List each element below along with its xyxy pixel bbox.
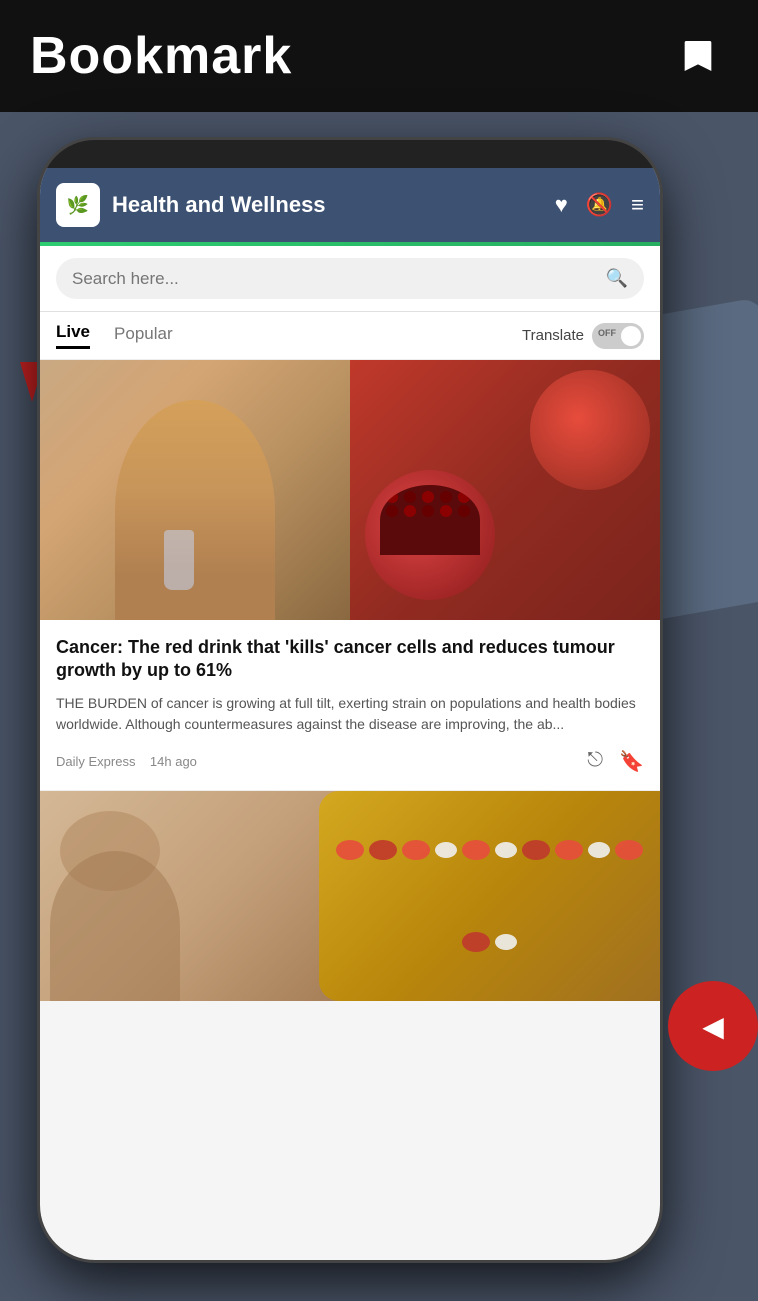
translate-label: Translate bbox=[522, 327, 584, 344]
app-header: 🌿 Health and Wellness ♥ 🔕 ≡ bbox=[40, 168, 660, 242]
pomegranate-cut bbox=[380, 485, 480, 555]
app-logo: 🌿 bbox=[56, 183, 100, 227]
app-logo-icon: 🌿 bbox=[67, 195, 89, 216]
article-image-man bbox=[40, 360, 350, 620]
tab-live[interactable]: Live bbox=[56, 322, 90, 349]
header-icons: ♥ 🔕 ≡ bbox=[555, 192, 644, 218]
search-icon: 🔍 bbox=[606, 268, 628, 289]
hamburger-menu-icon[interactable]: ≡ bbox=[631, 192, 644, 218]
article-image-pomegranate bbox=[350, 360, 660, 620]
top-bar: Bookmark bbox=[0, 0, 758, 112]
bookmark-icon[interactable]: 🔖 bbox=[619, 749, 644, 774]
article-1-card: Cancer: The red drink that 'kills' cance… bbox=[40, 620, 660, 791]
glass-shape bbox=[164, 530, 194, 590]
blood-cells-area bbox=[319, 791, 660, 1001]
top-bar-bookmark-icon[interactable] bbox=[668, 26, 728, 86]
toggle-knob bbox=[621, 326, 641, 346]
heart-icon[interactable]: ♥ bbox=[555, 192, 568, 218]
page-title: Bookmark bbox=[30, 26, 292, 86]
article-1-meta: Daily Express 14h ago ⎋ 🔖 bbox=[56, 749, 644, 774]
translate-area: Translate OFF bbox=[522, 323, 644, 349]
phone-screen: 🌿 Health and Wellness ♥ 🔕 ≡ 🔍 Live Popul… bbox=[40, 168, 660, 1260]
article-2-image bbox=[40, 791, 660, 1001]
man-silhouette bbox=[115, 400, 275, 620]
article-1-image bbox=[40, 360, 660, 620]
bell-mute-icon[interactable]: 🔕 bbox=[586, 192, 613, 218]
pomegranate-seeds bbox=[380, 485, 480, 523]
article-1-excerpt: THE BURDEN of cancer is growing at full … bbox=[56, 693, 644, 735]
search-container: 🔍 bbox=[40, 246, 660, 312]
article-1-source: Daily Express 14h ago bbox=[56, 754, 197, 769]
phone-notch bbox=[270, 140, 430, 168]
article-1-title[interactable]: Cancer: The red drink that 'kills' cance… bbox=[56, 636, 644, 683]
pomegranate-big bbox=[530, 370, 650, 490]
woman-body bbox=[50, 851, 180, 1001]
translate-toggle[interactable]: OFF bbox=[592, 323, 644, 349]
toggle-off-label: OFF bbox=[598, 328, 616, 338]
tabs-bar: Live Popular Translate OFF bbox=[40, 312, 660, 360]
blood-cells-grid bbox=[319, 791, 660, 1001]
nav-back-button[interactable]: ◀ bbox=[668, 981, 758, 1071]
phone-frame: 🌿 Health and Wellness ♥ 🔕 ≡ 🔍 Live Popul… bbox=[40, 140, 660, 1260]
share-icon[interactable]: ⎋ bbox=[587, 749, 603, 774]
search-input-wrapper: 🔍 bbox=[56, 258, 644, 299]
tab-popular[interactable]: Popular bbox=[114, 324, 173, 348]
article-1-actions: ⎋ 🔖 bbox=[587, 749, 644, 774]
pomegranate-medium bbox=[365, 470, 495, 600]
app-header-title: Health and Wellness bbox=[112, 192, 543, 218]
search-input[interactable] bbox=[72, 269, 596, 289]
back-arrow-icon: ◀ bbox=[702, 1010, 724, 1043]
